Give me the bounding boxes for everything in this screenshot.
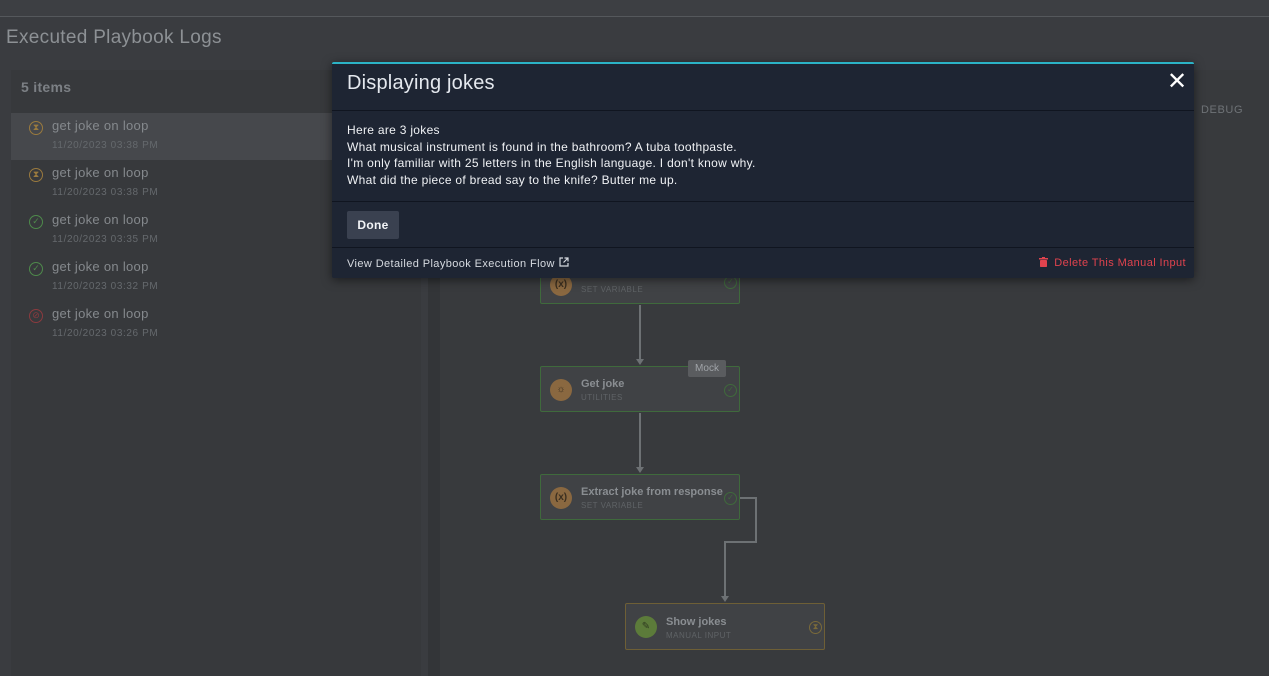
log-date: 11/20/2023 03:32 PM xyxy=(52,281,159,292)
message-line: I'm only familiar with 25 letters in the… xyxy=(347,156,756,170)
flow-node[interactable]: ✎ Show jokes MANUAL INPUT ⧗ xyxy=(625,603,825,650)
log-list-item[interactable]: ⊘ get joke on loop 11/20/2023 03:26 PM xyxy=(11,301,421,348)
flow-edge xyxy=(755,497,757,543)
pencil-icon: ✎ xyxy=(635,616,657,638)
flow-edge xyxy=(724,541,726,597)
node-type: UTILITIES xyxy=(581,393,623,402)
log-name: get joke on loop xyxy=(52,212,149,227)
node-type: SET VARIABLE xyxy=(581,501,644,510)
done-button[interactable]: Done xyxy=(347,211,399,239)
variable-icon: (x) xyxy=(550,487,572,509)
mock-tag: Mock xyxy=(688,360,726,377)
check-circle-icon: ✓ xyxy=(724,492,737,505)
check-circle-icon: ✓ xyxy=(29,215,43,229)
hourglass-icon: ⧗ xyxy=(29,121,43,135)
modal-title: Displaying jokes xyxy=(347,72,495,94)
manual-input-modal: Displaying jokes ✕ Here are 3 jokes What… xyxy=(332,62,1194,278)
log-name: get joke on loop xyxy=(52,259,149,274)
log-date: 11/20/2023 03:38 PM xyxy=(52,140,159,151)
node-name: Get joke xyxy=(581,378,625,390)
debug-tab[interactable]: DEBUG xyxy=(1201,104,1243,116)
trash-icon xyxy=(1039,257,1049,267)
flow-edge xyxy=(639,305,641,360)
log-name: get joke on loop xyxy=(52,306,149,321)
log-name: get joke on loop xyxy=(52,165,149,180)
page-title: Executed Playbook Logs xyxy=(6,27,222,48)
log-name: get joke on loop xyxy=(52,118,149,133)
divider xyxy=(332,247,1194,248)
node-name: Extract joke from response xyxy=(581,486,723,498)
delete-label: Delete This Manual Input xyxy=(1054,257,1186,269)
node-type: SET VARIABLE xyxy=(581,285,644,294)
check-circle-icon: ✓ xyxy=(724,384,737,397)
top-bar xyxy=(0,0,1269,17)
check-circle-icon: ✓ xyxy=(29,262,43,276)
flow-edge xyxy=(724,541,757,543)
view-execution-flow-link[interactable]: View Detailed Playbook Execution Flow xyxy=(347,257,569,270)
items-count: 5 items xyxy=(21,79,72,95)
modal-message: Here are 3 jokes What musical instrument… xyxy=(347,122,756,188)
arrow-down-icon xyxy=(721,596,729,602)
flow-node[interactable]: (x) Extract joke from response SET VARIA… xyxy=(540,474,740,520)
log-date: 11/20/2023 03:35 PM xyxy=(52,234,159,245)
hourglass-icon: ⧗ xyxy=(809,621,822,634)
log-date: 11/20/2023 03:38 PM xyxy=(52,187,159,198)
divider xyxy=(332,201,1194,202)
message-line: What did the piece of bread say to the k… xyxy=(347,172,678,187)
external-link-icon xyxy=(559,257,569,270)
message-line: Here are 3 jokes xyxy=(347,123,440,137)
arrow-down-icon xyxy=(636,359,644,365)
divider xyxy=(332,110,1194,111)
lightbulb-icon: ☼ xyxy=(550,379,572,401)
view-flow-label: View Detailed Playbook Execution Flow xyxy=(347,258,555,270)
log-date: 11/20/2023 03:26 PM xyxy=(52,328,159,339)
app-background: Executed Playbook Logs 5 items ⧗ get jok… xyxy=(0,0,1269,676)
error-circle-icon: ⊘ xyxy=(29,309,43,323)
node-type: MANUAL INPUT xyxy=(666,631,732,640)
node-name: Show jokes xyxy=(666,616,727,628)
hourglass-icon: ⧗ xyxy=(29,168,43,182)
flow-edge xyxy=(740,497,756,499)
arrow-down-icon xyxy=(636,467,644,473)
message-line: What musical instrument is found in the … xyxy=(347,139,737,154)
flow-edge xyxy=(639,413,641,468)
close-icon[interactable]: ✕ xyxy=(1166,70,1188,94)
delete-manual-input-link[interactable]: Delete This Manual Input xyxy=(1039,257,1186,269)
